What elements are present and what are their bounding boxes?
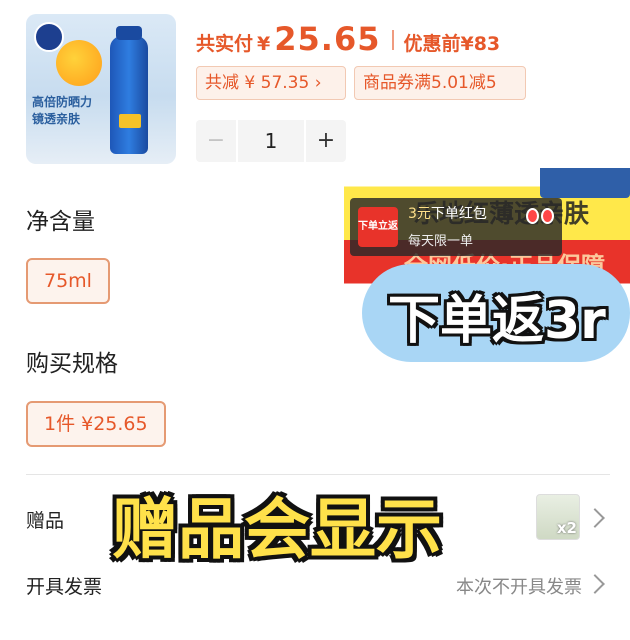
discount-detail-tag[interactable]: 共减 ¥ 57.35 ›	[196, 66, 346, 100]
cashback-sticker-text: 下单返3r	[388, 291, 606, 351]
product-image[interactable]: 高倍防晒力 镜透亲肤	[26, 14, 176, 164]
purchase-spec-title: 购买规格	[26, 351, 118, 377]
price-row: 共实付 ¥ 25.65 优惠前 ¥83	[196, 20, 500, 60]
gift-thumbnail[interactable]: x2	[536, 494, 580, 540]
red-packet-subtitle: 每天限一单	[408, 234, 474, 249]
divider	[26, 474, 610, 475]
invoice-label: 开具发票	[26, 576, 103, 598]
sunscreen-bottle-icon	[110, 26, 148, 154]
price-divider	[392, 30, 395, 50]
mascot-eyes-icon	[526, 208, 556, 226]
coupon-tag: 商品券满5.01减5	[354, 66, 526, 100]
quantity-stepper: − 1 +	[196, 120, 346, 162]
pay-label: 共实付	[196, 33, 254, 55]
red-packet-title: 3元下单红包	[408, 206, 487, 222]
red-packet-popup[interactable]: 下单立返 3元下单红包 每天限一单	[350, 198, 562, 256]
gift-label: 赠品	[26, 510, 65, 532]
increase-button[interactable]: +	[306, 120, 346, 162]
gift-count: x2	[556, 519, 577, 537]
option-75ml[interactable]: 75ml	[26, 258, 110, 304]
invoice-chevron-right-icon[interactable]	[585, 574, 605, 594]
currency-symbol: ¥	[257, 33, 271, 55]
gift-chevron-right-icon[interactable]	[585, 508, 605, 528]
brand-badge-icon	[34, 22, 64, 52]
product-image-tagline: 高倍防晒力 镜透亲肤	[32, 95, 93, 126]
invoice-value[interactable]: 本次不开具发票	[456, 573, 582, 599]
quantity-input[interactable]: 1	[236, 120, 306, 162]
net-content-title: 净含量	[26, 209, 95, 235]
sun-icon	[56, 40, 102, 86]
option-1-piece[interactable]: 1件 ¥25.65	[26, 401, 166, 447]
original-label: 优惠前	[403, 33, 461, 55]
original-price: ¥83	[460, 33, 501, 55]
cashback-sticker: 下单返3r	[362, 264, 630, 362]
gift-overlay-caption: 赠品会显示	[112, 491, 442, 568]
red-packet-icon: 下单立返	[358, 207, 398, 247]
pay-amount: 25.65	[274, 20, 381, 58]
decrease-button[interactable]: −	[196, 120, 236, 162]
